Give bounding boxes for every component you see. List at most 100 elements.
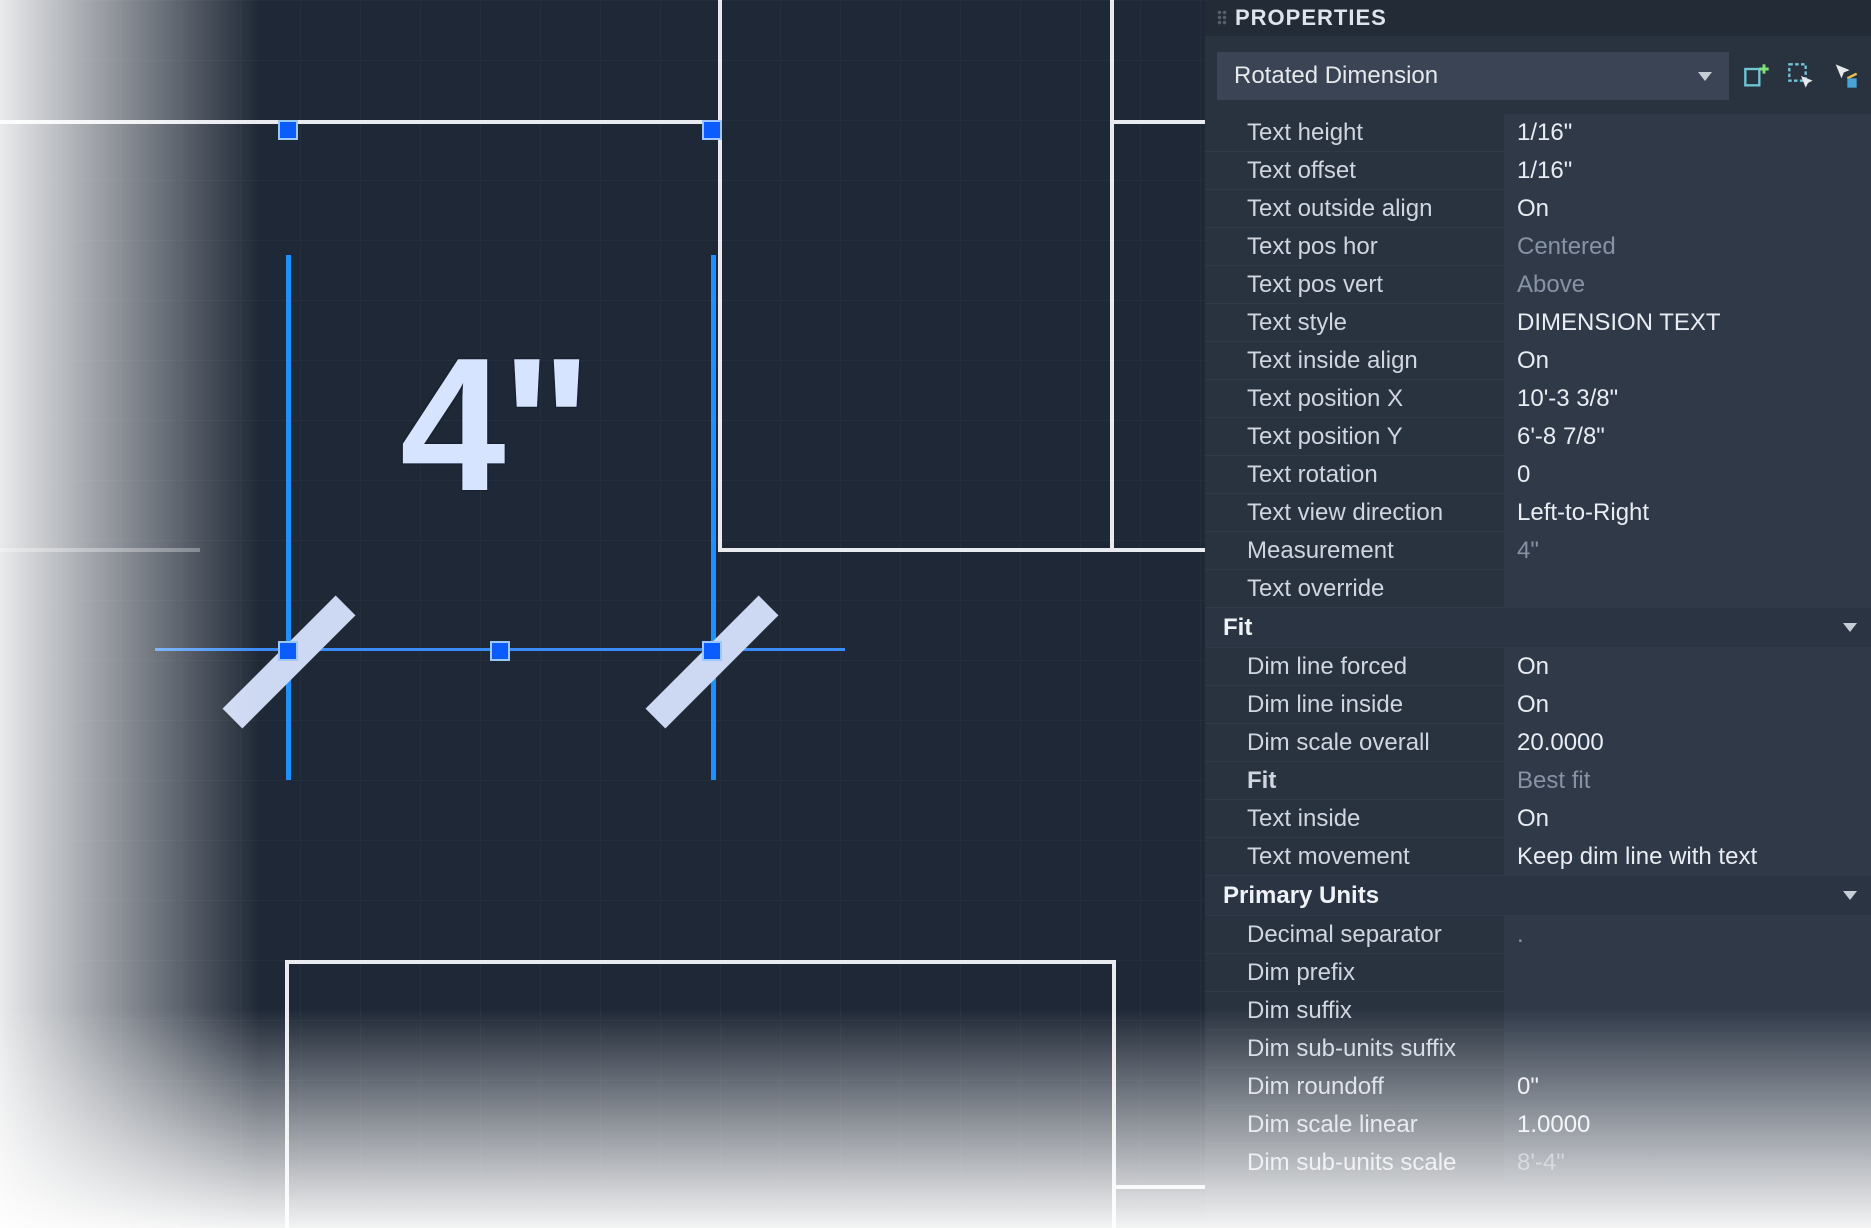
properties-panel-header[interactable]: PROPERTIES: [1205, 0, 1871, 36]
property-value[interactable]: Keep dim line with text: [1505, 838, 1871, 875]
property-value[interactable]: .: [1505, 916, 1871, 953]
property-row: FitBest fit: [1205, 762, 1871, 800]
property-value[interactable]: Centered: [1505, 228, 1871, 265]
property-row: Dim scale overall20.0000: [1205, 724, 1871, 762]
object-type-dropdown[interactable]: Rotated Dimension: [1217, 52, 1729, 100]
property-label: Dim suffix: [1205, 992, 1505, 1029]
property-label: Dim scale overall: [1205, 724, 1505, 761]
property-value[interactable]: [1505, 992, 1871, 1029]
add-selection-icon[interactable]: [1743, 62, 1771, 90]
property-value[interactable]: 1/16": [1505, 152, 1871, 189]
property-value[interactable]: 6'-8 7/8": [1505, 418, 1871, 455]
property-label: Measurement: [1205, 532, 1505, 569]
property-label: Text inside align: [1205, 342, 1505, 379]
geometry-line: [1110, 0, 1114, 550]
geometry-line: [718, 548, 1205, 552]
section-header[interactable]: Primary Units: [1205, 876, 1871, 916]
property-value[interactable]: 0: [1505, 456, 1871, 493]
grip-midpoint[interactable]: [490, 641, 510, 661]
extension-line: [711, 255, 716, 780]
property-label: Text rotation: [1205, 456, 1505, 493]
geometry-line: [1110, 120, 1205, 124]
property-value: 4": [1505, 532, 1871, 569]
property-row: Dim suffix: [1205, 992, 1871, 1030]
property-label: Text height: [1205, 114, 1505, 151]
geometry-line: [285, 960, 1115, 964]
property-value[interactable]: 0": [1505, 1068, 1871, 1105]
property-label: Dim line inside: [1205, 686, 1505, 723]
panel-drag-handle-icon[interactable]: [1217, 10, 1227, 26]
grip-ext-1[interactable]: [278, 641, 298, 661]
property-row: Measurement4": [1205, 532, 1871, 570]
property-row: Text position Y6'-8 7/8": [1205, 418, 1871, 456]
property-label: Dim scale linear: [1205, 1106, 1505, 1143]
property-label: Dim sub-units suffix: [1205, 1030, 1505, 1067]
property-value[interactable]: 10'-3 3/8": [1505, 380, 1871, 417]
section-header-label: Primary Units: [1223, 882, 1379, 910]
property-row: Dim sub-units scale8'-4": [1205, 1144, 1871, 1182]
property-value[interactable]: On: [1505, 648, 1871, 685]
property-row: Text pos vertAbove: [1205, 266, 1871, 304]
grip-origin-1[interactable]: [278, 120, 298, 140]
dimension-text[interactable]: 4": [400, 330, 588, 520]
property-row: Text position X10'-3 3/8": [1205, 380, 1871, 418]
property-label: Text inside: [1205, 800, 1505, 837]
property-row: Dim line insideOn: [1205, 686, 1871, 724]
property-value[interactable]: Left-to-Right: [1505, 494, 1871, 531]
property-row: Dim prefix: [1205, 954, 1871, 992]
property-label: Text position X: [1205, 380, 1505, 417]
property-value[interactable]: On: [1505, 190, 1871, 227]
property-row: Text view directionLeft-to-Right: [1205, 494, 1871, 532]
property-label: Dim line forced: [1205, 648, 1505, 685]
property-label: Dim sub-units scale: [1205, 1144, 1505, 1181]
property-value[interactable]: On: [1505, 686, 1871, 723]
properties-body: Text height1/16"Text offset1/16"Text out…: [1205, 114, 1871, 1182]
property-value[interactable]: [1505, 1030, 1871, 1067]
selector-row: Rotated Dimension: [1205, 36, 1871, 114]
property-row: Dim scale linear1.0000: [1205, 1106, 1871, 1144]
property-label: Text position Y: [1205, 418, 1505, 455]
properties-panel-title: PROPERTIES: [1235, 5, 1387, 31]
property-value[interactable]: On: [1505, 342, 1871, 379]
property-value[interactable]: [1505, 570, 1871, 607]
property-label: Text movement: [1205, 838, 1505, 875]
property-value[interactable]: Best fit: [1505, 762, 1871, 799]
property-label: Decimal separator: [1205, 916, 1505, 953]
property-label: Text pos hor: [1205, 228, 1505, 265]
property-value[interactable]: On: [1505, 800, 1871, 837]
property-label: Fit: [1205, 762, 1505, 799]
property-value[interactable]: 1/16": [1505, 114, 1871, 151]
chevron-down-icon: [1843, 891, 1857, 900]
property-row: Text rotation0: [1205, 456, 1871, 494]
section-header-label: Fit: [1223, 614, 1252, 642]
property-label: Dim prefix: [1205, 954, 1505, 991]
geometry-line: [0, 548, 200, 552]
properties-panel: PROPERTIES Rotated Dimension Text height…: [1205, 0, 1871, 1228]
property-value[interactable]: [1505, 954, 1871, 991]
property-value[interactable]: Above: [1505, 266, 1871, 303]
property-row: Text offset1/16": [1205, 152, 1871, 190]
property-label: Text outside align: [1205, 190, 1505, 227]
property-value[interactable]: 8'-4": [1505, 1144, 1871, 1181]
geometry-line: [1112, 1185, 1205, 1189]
grip-origin-2[interactable]: [702, 120, 722, 140]
property-row: Dim line forcedOn: [1205, 648, 1871, 686]
property-value[interactable]: DIMENSION TEXT: [1505, 304, 1871, 341]
property-row: Text height1/16": [1205, 114, 1871, 152]
property-value[interactable]: 1.0000: [1505, 1106, 1871, 1143]
property-label: Text pos vert: [1205, 266, 1505, 303]
property-label: Text override: [1205, 570, 1505, 607]
drawing-canvas[interactable]: 4": [0, 0, 1205, 1228]
grip-ext-2[interactable]: [702, 641, 722, 661]
property-row: Text inside alignOn: [1205, 342, 1871, 380]
property-label: Dim roundoff: [1205, 1068, 1505, 1105]
grid-background: [0, 0, 1205, 1228]
geometry-line: [285, 960, 289, 1228]
property-value[interactable]: 20.0000: [1505, 724, 1871, 761]
object-type-value: Rotated Dimension: [1234, 62, 1438, 90]
chevron-down-icon: [1843, 623, 1857, 632]
toggle-pickadd-icon[interactable]: [1831, 62, 1859, 90]
property-row: Text outside alignOn: [1205, 190, 1871, 228]
quick-select-icon[interactable]: [1787, 62, 1815, 90]
section-header[interactable]: Fit: [1205, 608, 1871, 648]
